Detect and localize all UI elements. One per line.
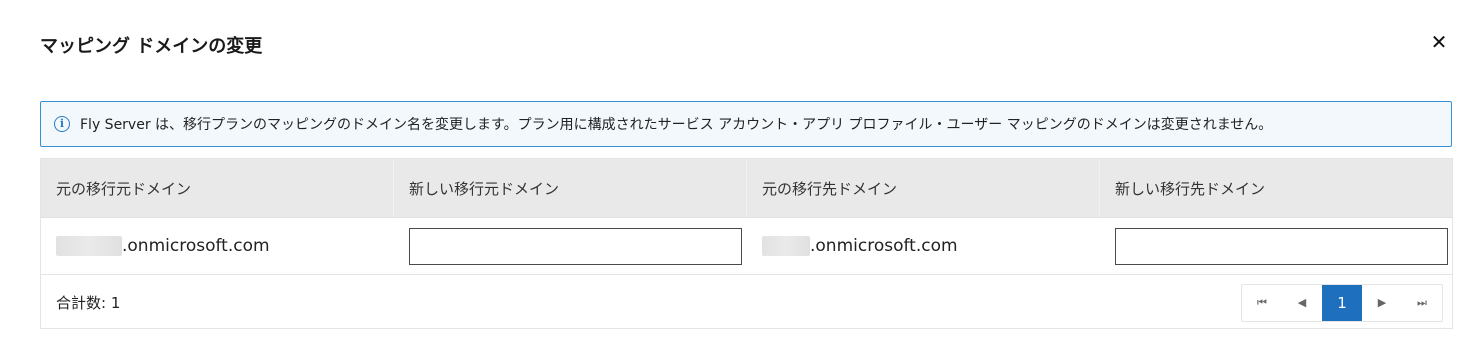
info-banner: i Fly Server は、移行プランのマッピングのドメイン名を変更します。プ…	[40, 101, 1452, 147]
new-target-domain-input[interactable]	[1115, 227, 1448, 265]
column-header-new-target-domain: 新しい移行先ドメイン	[1115, 179, 1266, 198]
info-icon: i	[54, 116, 70, 132]
original-target-domain-suffix: .onmicrosoft.com	[810, 236, 958, 256]
original-source-domain-cell: .onmicrosoft.com	[41, 218, 394, 274]
redacted-text	[56, 236, 122, 256]
domain-mapping-table: 元の移行元ドメイン 新しい移行元ドメイン 元の移行先ドメイン 新しい移行先ドメイ…	[40, 158, 1453, 329]
dialog-title: マッピング ドメインの変更	[40, 36, 263, 57]
column-header-original-target-domain: 元の移行先ドメイン	[747, 159, 1100, 217]
column-header-original-source-domain: 元の移行元ドメイン	[41, 159, 394, 217]
last-page-icon[interactable]: ⏭	[1402, 285, 1442, 321]
table-row: .onmicrosoft.com .onmicrosoft.com	[41, 218, 1452, 275]
redacted-text	[762, 236, 810, 256]
original-source-domain-suffix: .onmicrosoft.com	[122, 236, 270, 256]
close-icon[interactable]: ✕	[1428, 30, 1450, 54]
first-page-icon[interactable]: ⏮	[1242, 285, 1282, 321]
total-count: 合計数: 1	[56, 294, 121, 312]
table-header: 元の移行元ドメイン 新しい移行元ドメイン 元の移行先ドメイン 新しい移行先ドメイ…	[41, 159, 1452, 218]
next-page-icon[interactable]: ▶	[1362, 285, 1402, 321]
new-source-domain-cell	[394, 218, 747, 274]
new-target-domain-cell	[1100, 218, 1452, 274]
original-target-domain-cell: .onmicrosoft.com	[747, 218, 1100, 274]
info-message: Fly Server は、移行プランのマッピングのドメイン名を変更します。プラン…	[80, 117, 1273, 133]
pagination: ⏮ ◀ 1 ▶ ⏭	[1241, 283, 1443, 322]
column-header-new-source-domain: 新しい移行元ドメイン	[394, 159, 747, 217]
table-footer: 合計数: 1 ⏮ ◀ 1 ▶ ⏭	[41, 275, 1452, 330]
previous-page-icon[interactable]: ◀	[1282, 285, 1322, 321]
new-source-domain-input[interactable]	[409, 227, 742, 265]
current-page-button[interactable]: 1	[1322, 284, 1362, 321]
